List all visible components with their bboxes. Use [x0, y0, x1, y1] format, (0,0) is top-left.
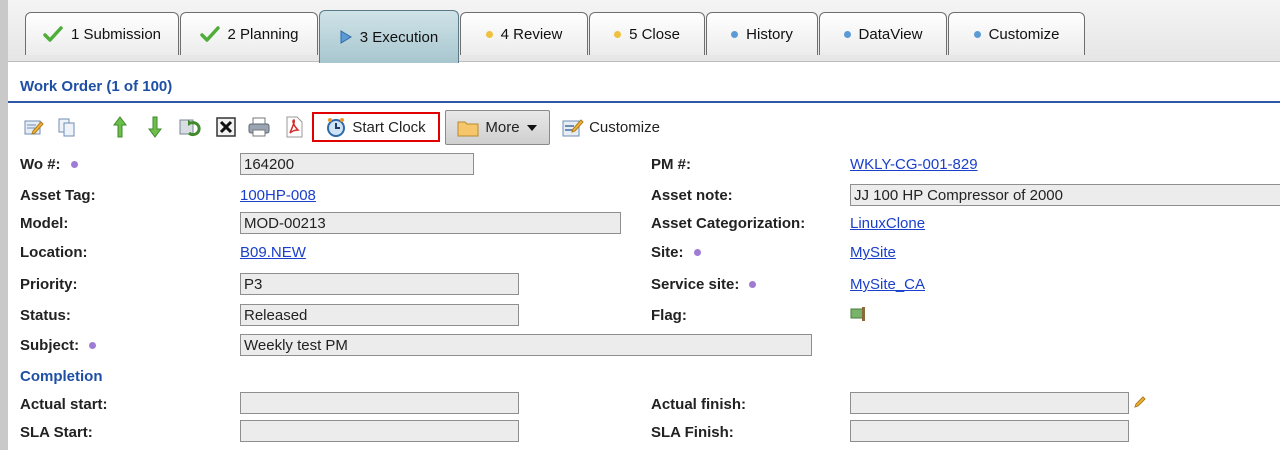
delete-icon[interactable]	[214, 112, 238, 142]
folder-icon	[457, 119, 479, 137]
model-field[interactable]: MOD-00213	[240, 212, 621, 234]
required-dot-icon	[693, 249, 701, 256]
subject-field[interactable]: Weekly test PM	[240, 334, 812, 356]
label-text: Site:	[651, 244, 684, 261]
service-site-link[interactable]: MySite_CA	[850, 276, 925, 293]
actual-start-field[interactable]	[240, 392, 519, 414]
wo-number-label: Wo #:	[20, 156, 78, 173]
tab-label: Customize	[988, 25, 1060, 43]
tab-history[interactable]: History	[706, 12, 818, 55]
tab-strip: 1 Submission 2 Planning 3 Execution 4 Re…	[8, 0, 1280, 63]
tab-close[interactable]: 5 Close	[589, 12, 705, 55]
pm-number-link[interactable]: WKLY-CG-001-829	[850, 156, 978, 173]
tab-label: 1 Submission	[70, 25, 162, 43]
site-label: Site:	[651, 244, 701, 261]
status-field[interactable]: Released	[240, 304, 519, 326]
actual-finish-field[interactable]	[850, 392, 1129, 414]
section-title: Work Order (1 of 100)	[20, 78, 173, 95]
label-text: Service site:	[651, 276, 740, 293]
label-text: Subject:	[20, 337, 80, 354]
print-icon[interactable]	[247, 112, 271, 142]
start-clock-label: Start Clock	[352, 118, 426, 136]
sla-finish-label: SLA Finish:	[651, 424, 734, 441]
blue-dot-icon	[973, 30, 981, 38]
flag-icon[interactable]	[850, 306, 868, 325]
move-down-icon[interactable]	[143, 112, 167, 142]
asset-note-field[interactable]: JJ 100 HP Compressor of 2000	[850, 184, 1280, 206]
clock-icon	[326, 117, 346, 137]
play-icon	[340, 30, 352, 44]
yellow-dot-icon	[485, 30, 493, 38]
asset-categorization-link[interactable]: LinuxClone	[850, 215, 925, 232]
tab-label: 2 Planning	[227, 25, 299, 43]
copy-icon[interactable]	[55, 112, 79, 142]
pencil-icon[interactable]	[1133, 395, 1147, 412]
edit-icon[interactable]	[22, 112, 46, 142]
required-dot-icon	[749, 281, 757, 288]
required-dot-icon	[70, 161, 78, 168]
work-order-window: 1 Submission 2 Planning 3 Execution 4 Re…	[0, 0, 1280, 450]
more-label: More	[485, 119, 520, 136]
blue-dot-icon	[843, 30, 851, 38]
label-text: Wo #:	[20, 156, 61, 173]
customize-button[interactable]: Customize	[556, 112, 666, 142]
site-link[interactable]: MySite	[850, 244, 896, 261]
tab-submission[interactable]: 1 Submission	[25, 12, 179, 55]
pm-number-label: PM #:	[651, 156, 692, 173]
tab-label: 3 Execution	[359, 28, 439, 46]
check-icon	[43, 26, 63, 42]
move-up-icon[interactable]	[108, 112, 132, 142]
pdf-icon[interactable]	[282, 112, 306, 142]
completion-section-title: Completion	[20, 368, 103, 385]
subject-label: Subject:	[20, 337, 97, 354]
more-dropdown-button[interactable]: More	[445, 110, 550, 145]
actual-start-label: Actual start:	[20, 396, 108, 413]
asset-tag-link[interactable]: 100HP-008	[240, 187, 316, 204]
flag-label: Flag:	[651, 307, 687, 324]
left-border	[0, 0, 8, 450]
start-clock-button[interactable]: Start Clock	[312, 112, 440, 142]
section-divider	[8, 101, 1280, 103]
customize-icon	[562, 117, 584, 137]
tab-label: 5 Close	[629, 25, 680, 43]
sla-finish-field[interactable]	[850, 420, 1129, 442]
tab-dataview[interactable]: DataView	[819, 12, 947, 55]
asset-note-label: Asset note:	[651, 187, 733, 204]
tab-customize[interactable]: Customize	[948, 12, 1085, 55]
actual-finish-label: Actual finish:	[651, 396, 747, 413]
tab-planning[interactable]: 2 Planning	[180, 12, 318, 55]
check-icon	[199, 26, 220, 42]
asset-tag-label: Asset Tag:	[20, 187, 96, 204]
tab-label: 4 Review	[500, 25, 563, 43]
required-dot-icon	[89, 342, 97, 349]
status-label: Status:	[20, 307, 71, 324]
tab-review[interactable]: 4 Review	[460, 12, 588, 55]
model-label: Model:	[20, 215, 69, 232]
location-link[interactable]: B09.NEW	[240, 244, 306, 261]
refresh-icon[interactable]	[178, 112, 202, 142]
tab-label: DataView	[858, 25, 923, 43]
tab-label: History	[746, 25, 793, 43]
blue-dot-icon	[731, 30, 739, 38]
yellow-dot-icon	[614, 30, 622, 38]
service-site-label: Service site:	[651, 276, 757, 293]
sla-start-field[interactable]	[240, 420, 519, 442]
tab-execution[interactable]: 3 Execution	[319, 10, 459, 63]
wo-number-field[interactable]: 164200	[240, 153, 474, 175]
location-label: Location:	[20, 244, 88, 261]
priority-field[interactable]: P3	[240, 273, 519, 295]
asset-categorization-label: Asset Categorization:	[651, 215, 806, 232]
priority-label: Priority:	[20, 276, 78, 293]
chevron-down-icon	[526, 124, 538, 132]
customize-label: Customize	[589, 118, 660, 136]
sla-start-label: SLA Start:	[20, 424, 93, 441]
